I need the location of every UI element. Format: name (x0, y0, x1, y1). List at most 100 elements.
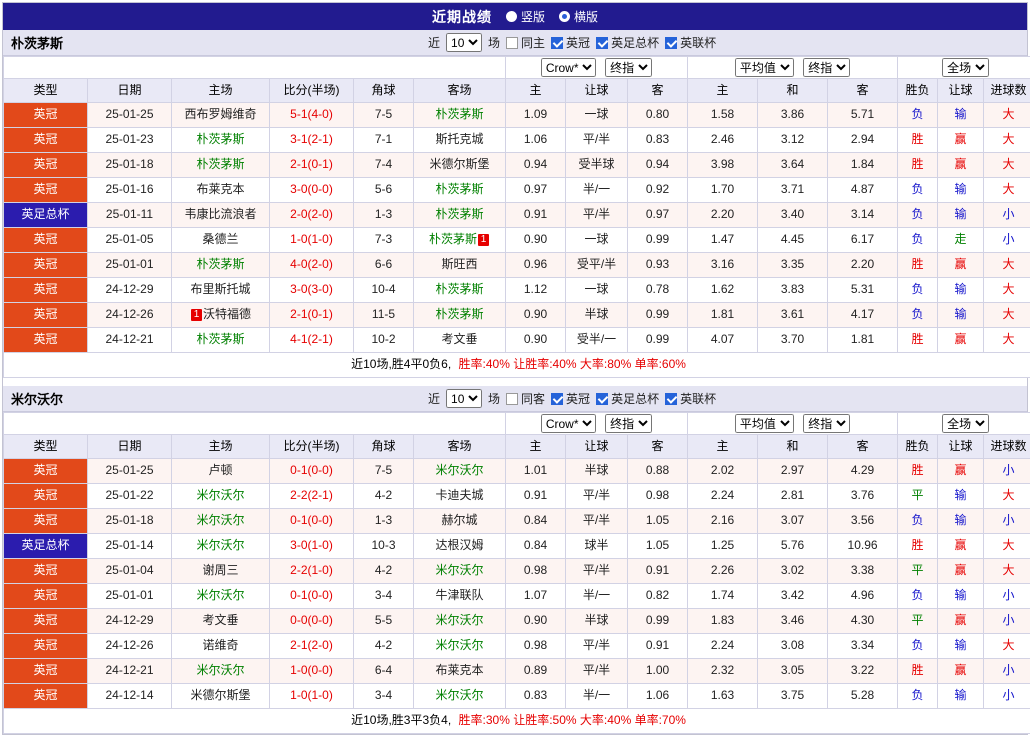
filter-eflcup-checkbox[interactable] (665, 37, 677, 49)
bookmaker-select[interactable]: Crow* (541, 414, 596, 433)
asian-home-odds: 0.91 (506, 203, 566, 228)
league-type: 英冠 (4, 659, 88, 684)
result-goals: 小 (984, 659, 1030, 684)
score: 2-2(2-1) (270, 484, 354, 509)
team-name-text: 斯托克城 (435, 132, 483, 146)
away-team: 朴茨茅斯 (414, 278, 506, 303)
league-type: 英冠 (4, 684, 88, 709)
asian-final-odds-select[interactable]: 终指 (605, 414, 652, 433)
euro-away-odds: 10.96 (828, 534, 898, 559)
layout-horizontal-option[interactable]: 横版 (559, 8, 598, 25)
result-handicap: 赢 (938, 253, 984, 278)
match-scope-select[interactable]: 全场 (942, 414, 989, 433)
asian-home-odds: 1.09 (506, 103, 566, 128)
layout-vertical-option[interactable]: 竖版 (506, 8, 545, 25)
match-row: 英冠 24-12-29 考文垂 0-0(0-0) 5-5 米尔沃尔 0.90 半… (4, 609, 1030, 634)
summary-rates: 胜率:40% 让胜率:40% 大率:80% 单率:60% (459, 357, 686, 371)
filter-league-option[interactable]: 英冠 (551, 34, 590, 51)
away-team: 米尔沃尔 (414, 634, 506, 659)
euro-draw-odds: 3.05 (758, 659, 828, 684)
asian-handicap-line: 一球 (566, 278, 628, 303)
team-name-text: 桑德兰 (202, 232, 238, 246)
league-type: 英足总杯 (4, 534, 88, 559)
same-venue-checkbox[interactable] (506, 393, 518, 405)
euro-home-odds: 2.20 (688, 203, 758, 228)
team-name-text: 沃特福德 (203, 307, 251, 321)
filter-facup-checkbox[interactable] (596, 37, 608, 49)
layout-vertical-radio[interactable] (506, 11, 517, 22)
layout-horizontal-label: 横版 (574, 8, 598, 25)
col-euro-away: 客 (828, 79, 898, 103)
asian-away-odds: 0.83 (628, 128, 688, 153)
same-venue-checkbox[interactable] (506, 37, 518, 49)
filter-eflcup-option[interactable]: 英联杯 (665, 34, 716, 51)
corners: 11-5 (354, 303, 414, 328)
euro-draw-odds: 2.81 (758, 484, 828, 509)
league-type: 英冠 (4, 153, 88, 178)
asian-handicap-line: 平/半 (566, 203, 628, 228)
bookmaker-select[interactable]: Crow* (541, 58, 596, 77)
result-handicap: 走 (938, 228, 984, 253)
away-team: 达根汉姆 (414, 534, 506, 559)
euro-away-odds: 2.94 (828, 128, 898, 153)
same-venue-option[interactable]: 同主 (506, 34, 545, 51)
asian-away-odds: 0.91 (628, 634, 688, 659)
euro-away-odds: 3.14 (828, 203, 898, 228)
result-handicap: 输 (938, 278, 984, 303)
euro-draw-odds: 3.70 (758, 328, 828, 353)
filter-facup-label: 英足总杯 (611, 390, 659, 407)
filter-facup-option[interactable]: 英足总杯 (596, 390, 659, 407)
team-name-text: 朴茨茅斯 (196, 257, 244, 271)
layout-horizontal-radio[interactable] (559, 11, 570, 22)
corners: 5-5 (354, 609, 414, 634)
euro-home-odds: 1.83 (688, 609, 758, 634)
same-venue-option[interactable]: 同客 (506, 390, 545, 407)
league-type: 英冠 (4, 228, 88, 253)
layout-vertical-label: 竖版 (521, 8, 545, 25)
same-venue-label: 同主 (521, 34, 545, 51)
asian-handicap-line: 受半/一 (566, 328, 628, 353)
col-date: 日期 (88, 435, 172, 459)
results-table: Crow* 终指 平均值 终指 全场 类型 日期 主场 比分(半场) (3, 56, 1030, 378)
filter-league-option[interactable]: 英冠 (551, 390, 590, 407)
games-count-select[interactable]: 10 (446, 389, 482, 408)
average-odds-select[interactable]: 平均值 (735, 414, 794, 433)
average-odds-select[interactable]: 平均值 (735, 58, 794, 77)
euro-final-odds-select[interactable]: 终指 (803, 58, 850, 77)
home-team: 布莱克本 (172, 178, 270, 203)
corners: 7-5 (354, 459, 414, 484)
same-venue-label: 同客 (521, 390, 545, 407)
corners: 3-4 (354, 684, 414, 709)
league-type: 英冠 (4, 459, 88, 484)
filter-league-checkbox[interactable] (551, 37, 563, 49)
asian-handicap-line: 半球 (566, 459, 628, 484)
euro-final-odds-select[interactable]: 终指 (803, 414, 850, 433)
corners: 4-2 (354, 634, 414, 659)
col-type: 类型 (4, 79, 88, 103)
league-type: 英冠 (4, 278, 88, 303)
asian-final-odds-select[interactable]: 终指 (605, 58, 652, 77)
asian-away-odds: 1.06 (628, 684, 688, 709)
away-team: 朴茨茅斯 (414, 303, 506, 328)
filter-facup-option[interactable]: 英足总杯 (596, 34, 659, 51)
filter-eflcup-option[interactable]: 英联杯 (665, 390, 716, 407)
summary-row: 近10场,胜3平3负4, 胜率:30% 让胜率:50% 大率:40% 单率:70… (4, 709, 1030, 734)
euro-draw-odds: 3.83 (758, 278, 828, 303)
filter-facup-checkbox[interactable] (596, 393, 608, 405)
result-handicap: 输 (938, 684, 984, 709)
score: 4-1(2-1) (270, 328, 354, 353)
filter-league-checkbox[interactable] (551, 393, 563, 405)
filter-eflcup-checkbox[interactable] (665, 393, 677, 405)
euro-away-odds: 4.30 (828, 609, 898, 634)
score: 1-0(1-0) (270, 684, 354, 709)
match-scope-select[interactable]: 全场 (942, 58, 989, 77)
league-type: 英冠 (4, 328, 88, 353)
euro-home-odds: 1.47 (688, 228, 758, 253)
team-name-text: 卡迪夫城 (435, 488, 483, 502)
team-name-text: 米尔沃尔 (196, 588, 244, 602)
games-count-select[interactable]: 10 (446, 33, 482, 52)
away-team: 斯托克城 (414, 128, 506, 153)
summary-record: 近10场,胜4平0负6, (351, 357, 451, 371)
page-title: 近期战绩 (432, 7, 492, 27)
league-type: 英冠 (4, 634, 88, 659)
